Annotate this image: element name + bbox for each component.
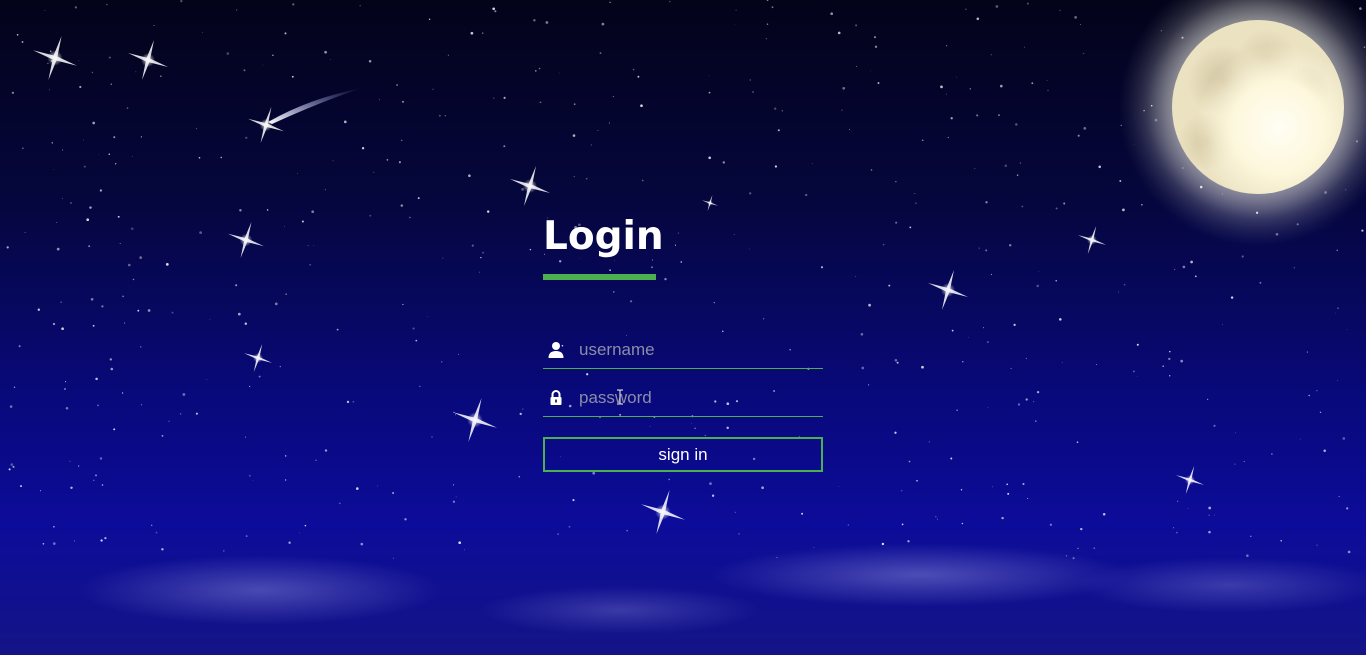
login-form: Login sign in xyxy=(543,212,823,472)
sign-in-button[interactable]: sign in xyxy=(543,437,823,472)
user-icon xyxy=(546,340,566,360)
password-field xyxy=(543,380,823,417)
moon-image xyxy=(1172,20,1344,194)
title-underline xyxy=(543,274,656,280)
login-title: Login xyxy=(543,214,664,259)
comet-shape xyxy=(268,88,362,124)
mist-clouds xyxy=(0,500,1366,655)
username-field xyxy=(543,332,823,369)
lock-icon xyxy=(546,388,566,408)
text-cursor-icon xyxy=(617,389,623,405)
username-input[interactable] xyxy=(579,336,814,364)
